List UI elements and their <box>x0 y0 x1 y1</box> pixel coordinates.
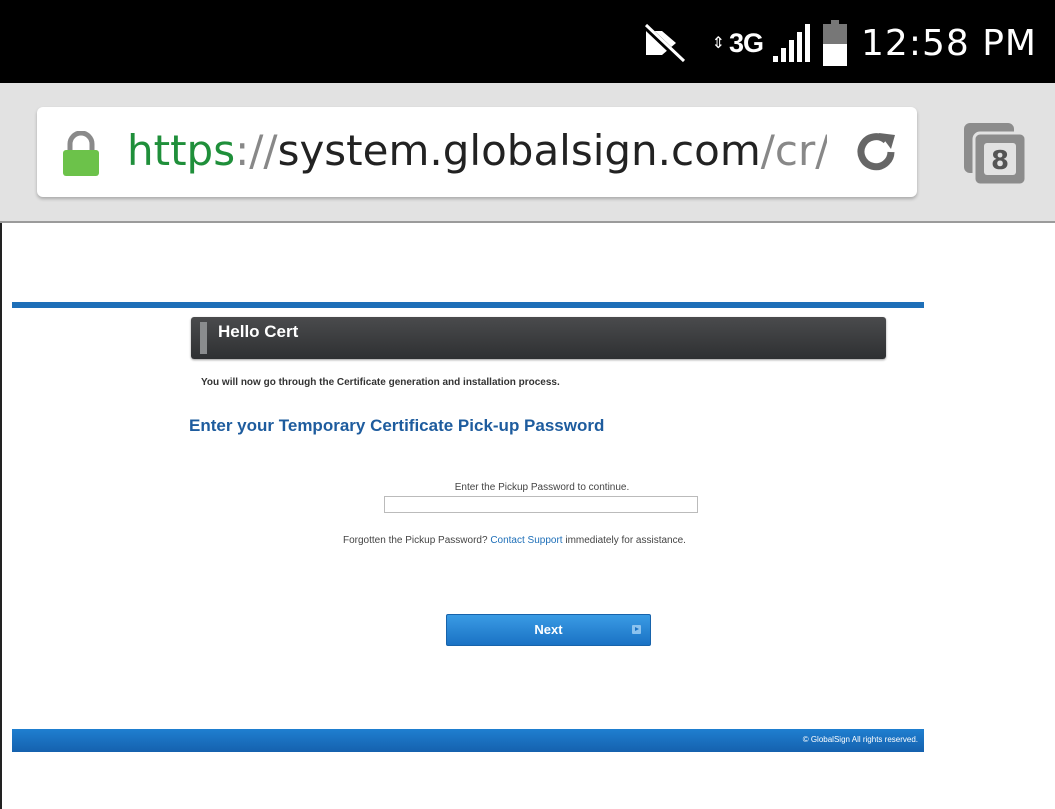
next-button[interactable]: Next <box>446 614 651 646</box>
clock: 12:58 PM <box>861 22 1037 64</box>
forgot-password-text: Forgotten the Pickup Password? Contact S… <box>343 535 686 546</box>
left-border <box>0 223 2 809</box>
next-label: Next <box>534 622 563 637</box>
hello-panel: Hello Cert <box>191 317 886 359</box>
signal-icon <box>773 24 811 62</box>
data-arrows-icon: ⇕ <box>711 35 725 52</box>
arrow-right-icon <box>632 625 641 634</box>
status-icons: ⇕ 3G 12:58 PM <box>641 18 1037 68</box>
header-rule <box>12 302 924 308</box>
copyright: © GlobalSign All rights reserved. <box>802 735 918 744</box>
reload-icon[interactable] <box>853 129 899 175</box>
forgot-prefix: Forgotten the Pickup Password? <box>343 535 491 546</box>
browser-toolbar: https://system.globalsign.com/cr/p 8 <box>0 83 1055 223</box>
password-label: Enter the Pickup Password to continue. <box>454 482 630 493</box>
network-type: 3G <box>729 27 764 58</box>
panel-title: Hello Cert <box>218 322 299 341</box>
intro-text: You will now go through the Certificate … <box>201 377 560 388</box>
url-path: /cr/p <box>760 126 827 175</box>
contact-support-link[interactable]: Contact Support <box>490 535 562 546</box>
page-heading: Enter your Temporary Certificate Pick-up… <box>189 416 605 435</box>
page-content <box>0 223 1055 809</box>
battery-icon <box>823 20 848 66</box>
tab-count: 8 <box>991 146 1009 176</box>
mute-icon <box>641 23 685 63</box>
password-input[interactable] <box>384 496 698 513</box>
panel-accent <box>200 322 207 354</box>
url-separator: :// <box>235 126 278 175</box>
url-scheme: https <box>127 126 236 175</box>
tabs-icon[interactable]: 8 <box>962 121 1028 187</box>
status-bar: ⇕ 3G 12:58 PM <box>0 0 1055 83</box>
url-text[interactable]: https://system.globalsign.com/cr/p <box>127 121 827 181</box>
url-host: system.globalsign.com <box>277 126 761 175</box>
lock-icon <box>63 131 99 176</box>
address-bar[interactable]: https://system.globalsign.com/cr/p <box>37 107 917 197</box>
footer: © GlobalSign All rights reserved. <box>12 729 924 752</box>
forgot-suffix: immediately for assistance. <box>562 535 686 546</box>
